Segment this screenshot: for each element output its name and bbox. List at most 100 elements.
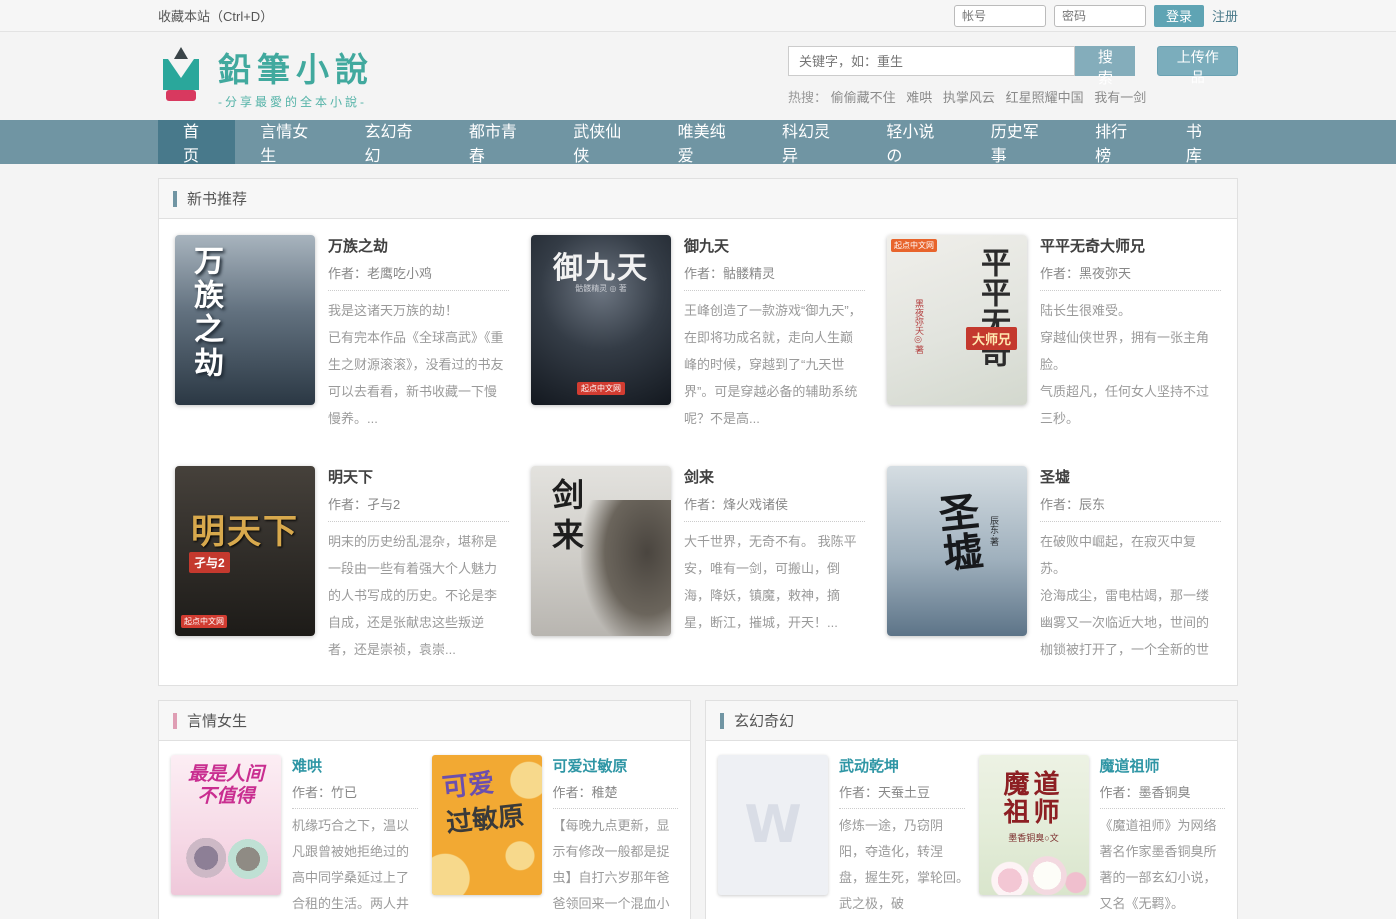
nav-item-pure-love[interactable]: 唯美纯爱 bbox=[653, 120, 757, 164]
book-title[interactable]: 剑来 bbox=[684, 466, 865, 487]
book-title[interactable]: 平平无奇大师兄 bbox=[1040, 235, 1221, 256]
section-accent-bar bbox=[173, 713, 177, 729]
new-books-header: 新书推荐 bbox=[159, 179, 1237, 219]
book-description: 我是这诸天万族的劫！ 已有完本作品《全球高武》《重生之财源滚滚》，没看过的书友可… bbox=[328, 297, 509, 432]
book-card: 剑来 剑来 作者：烽火戏诸侯 大千世界，无奇不有。 我陈平安，唯有一剑，可搬山，… bbox=[531, 466, 865, 663]
fantasy-featured-row: W 武动乾坤 作者：天蚕土豆 修炼一途，乃窃阴阳，夺造化，转涅盘，握生死，掌轮回… bbox=[706, 741, 1237, 919]
book-author: 作者：黑夜弥天 bbox=[1040, 263, 1221, 291]
site-logo[interactable]: 鉛筆小說 -分享最愛的全本小說- bbox=[158, 43, 374, 110]
book-description: 陆长生很难受。 穿越仙侠世界，拥有一张主角脸。 气质超凡，任何女人坚持不过三秒。 bbox=[1040, 297, 1221, 432]
romance-featured-row: 最是人间不值得 难哄 作者：竹已 机缘巧合之下，温以凡跟曾被她拒绝过的高中同学桑… bbox=[159, 741, 690, 919]
book-description: 《魔道祖师》为网络著名作家墨香铜臭所著的一部玄幻小说，又名《无羁》。 bbox=[1100, 813, 1226, 917]
book-cover[interactable]: 可爱 过敏原 bbox=[432, 755, 542, 895]
section-title: 言情女生 bbox=[187, 710, 247, 731]
book-author: 作者：竹已 bbox=[292, 782, 418, 809]
hot-search-label: 热搜： bbox=[788, 90, 827, 105]
book-cover[interactable]: W bbox=[718, 755, 828, 895]
book-card: 明天下 孑与2 起点中文网 明天下 作者：孑与2 明末的历史纷乱混杂，堪称是一段… bbox=[175, 466, 509, 663]
topbar: 收藏本站（Ctrl+D） 登录 注册 bbox=[0, 0, 1396, 32]
nav-item-history[interactable]: 历史军事 bbox=[966, 120, 1070, 164]
featured-book: 最是人间不值得 难哄 作者：竹已 机缘巧合之下，温以凡跟曾被她拒绝过的高中同学桑… bbox=[171, 755, 418, 917]
nav-item-fantasy[interactable]: 玄幻奇幻 bbox=[340, 120, 444, 164]
section-accent-bar bbox=[720, 713, 724, 729]
book-description: 大千世界，无奇不有。 我陈平安，唯有一剑，可搬山，倒海，降妖，镇魔，敕神，摘星，… bbox=[684, 528, 865, 636]
hot-link[interactable]: 执掌风云 bbox=[943, 90, 995, 105]
hot-link[interactable]: 红星照耀中国 bbox=[1006, 90, 1084, 105]
book-author: 作者：辰东 bbox=[1040, 494, 1221, 522]
book-card: 圣墟 辰东·著 圣墟 作者：辰东 在破败中崛起，在寂灭中复苏。 沧海成尘，雷电枯… bbox=[887, 466, 1221, 663]
cover-author-text: 黑夜弥天◎著 bbox=[913, 299, 926, 354]
cover-publisher-badge: 起点中文网 bbox=[181, 615, 227, 628]
book-cover[interactable]: 剑来 bbox=[531, 466, 671, 636]
book-title[interactable]: 难哄 bbox=[292, 755, 418, 776]
fantasy-header: 玄幻奇幻 bbox=[706, 701, 1237, 741]
nav-item-ranking[interactable]: 排行榜 bbox=[1070, 120, 1161, 164]
register-link[interactable]: 注册 bbox=[1212, 6, 1238, 25]
fantasy-panel: 玄幻奇幻 W 武动乾坤 作者：天蚕土豆 修炼一途，乃窃阴阳，夺造化，转涅盘，握生… bbox=[705, 700, 1238, 919]
nav-item-home[interactable]: 首页 bbox=[158, 120, 235, 164]
book-description: 修炼一途，乃窃阴阳，夺造化，转涅盘，握生死，掌轮回。 武之极，破 bbox=[839, 813, 965, 917]
cover-author-text: 辰东·著 bbox=[988, 516, 1001, 546]
book-description: 在破败中崛起，在寂灭中复苏。 沧海成尘，雷电枯竭，那一缕幽雾又一次临近大地，世间… bbox=[1040, 528, 1221, 663]
cover-title-text: 剑来 bbox=[543, 478, 589, 558]
cover-publisher-badge: 起点中文网 bbox=[891, 239, 937, 252]
cover-title-text: 御九天 bbox=[531, 243, 671, 287]
book-title[interactable]: 武动乾坤 bbox=[839, 755, 965, 776]
featured-book: 魔道祖师 墨香铜臭○文 魔道祖师 作者：墨香铜臭 《魔道祖师》为网络著名作家墨香… bbox=[979, 755, 1226, 917]
cover-title-text: 过敏原 bbox=[444, 795, 525, 840]
book-card: 万族之劫 万族之劫 作者：老鹰吃小鸡 我是这诸天万族的劫！ 已有完本作品《全球高… bbox=[175, 235, 509, 432]
cover-label-badge: 大师兄 bbox=[966, 327, 1017, 350]
nav-item-light-novel[interactable]: 轻小说の bbox=[861, 120, 965, 164]
cover-author-text: 骷髅精灵 ◎ 著 bbox=[531, 283, 671, 294]
book-description: 【每晚九点更新，显示有修改一般都是捉虫】自打六岁那年爸爸领回来一个混血小 bbox=[553, 813, 679, 917]
book-description: 明末的历史纷乱混杂，堪称是一段由一些有着强大个人魅力的人书写成的历史。不论是李自… bbox=[328, 528, 509, 663]
site-tagline: -分享最愛的全本小說- bbox=[218, 93, 374, 110]
book-cover[interactable]: 御九天 骷髅精灵 ◎ 著 起点中文网 bbox=[531, 235, 671, 405]
cover-author-text: 墨香铜臭○文 bbox=[979, 831, 1089, 844]
main-nav: 首页 言情女生 玄幻奇幻 都市青春 武侠仙侠 唯美纯爱 科幻灵异 轻小说の 历史… bbox=[0, 120, 1396, 164]
search-button[interactable]: 搜索 bbox=[1075, 46, 1135, 76]
book-author: 作者：孑与2 bbox=[328, 494, 509, 522]
hot-link[interactable]: 偷偷藏不住 bbox=[831, 90, 896, 105]
book-cover[interactable]: 明天下 孑与2 起点中文网 bbox=[175, 466, 315, 636]
book-title[interactable]: 御九天 bbox=[684, 235, 865, 256]
book-description: 王峰创造了一款游戏“御九天”，在即将功成名就，走向人生巅峰的时候，穿越到了“九天… bbox=[684, 297, 865, 432]
romance-header: 言情女生 bbox=[159, 701, 690, 741]
book-title[interactable]: 圣墟 bbox=[1040, 466, 1221, 487]
book-description: 机缘巧合之下，温以凡跟曾被她拒绝过的高中同学桑延过上了合租的生活。两人井 bbox=[292, 813, 418, 917]
nav-item-romance[interactable]: 言情女生 bbox=[235, 120, 339, 164]
hot-link[interactable]: 我有一剑 bbox=[1094, 90, 1146, 105]
login-button[interactable]: 登录 bbox=[1154, 5, 1204, 27]
section-title: 玄幻奇幻 bbox=[734, 710, 794, 731]
new-books-panel: 新书推荐 万族之劫 万族之劫 作者：老鹰吃小鸡 我是这诸天万族的劫！ 已有完本作… bbox=[158, 178, 1238, 686]
hot-link[interactable]: 难哄 bbox=[906, 90, 932, 105]
search-input[interactable] bbox=[788, 46, 1075, 76]
book-cover[interactable]: 魔道祖师 墨香铜臭○文 bbox=[979, 755, 1089, 895]
nav-item-scifi[interactable]: 科幻灵异 bbox=[757, 120, 861, 164]
book-title[interactable]: 可爱过敏原 bbox=[553, 755, 679, 776]
book-author: 作者：烽火戏诸侯 bbox=[684, 494, 865, 522]
book-author: 作者：天蚕土豆 bbox=[839, 782, 965, 809]
site-name: 鉛筆小說 bbox=[218, 43, 374, 91]
featured-book: 可爱 过敏原 可爱过敏原 作者：稚楚 【每晚九点更新，显示有修改一般都是捉虫】自… bbox=[432, 755, 679, 917]
book-title[interactable]: 魔道祖师 bbox=[1100, 755, 1226, 776]
password-input[interactable] bbox=[1054, 5, 1146, 27]
book-cover[interactable]: 圣墟 辰东·著 bbox=[887, 466, 1027, 636]
new-books-grid: 万族之劫 万族之劫 作者：老鹰吃小鸡 我是这诸天万族的劫！ 已有完本作品《全球高… bbox=[159, 219, 1237, 685]
favorite-site-hint[interactable]: 收藏本站（Ctrl+D） bbox=[158, 6, 273, 25]
book-title[interactable]: 万族之劫 bbox=[328, 235, 509, 256]
book-cover[interactable]: 万族之劫 bbox=[175, 235, 315, 405]
pencil-logo-icon bbox=[158, 46, 204, 106]
cover-title-text: 魔道祖师 bbox=[979, 771, 1089, 827]
book-cover[interactable]: 最是人间不值得 bbox=[171, 755, 281, 895]
book-cover[interactable]: 平平无奇 黑夜弥天◎著 大师兄 起点中文网 bbox=[887, 235, 1027, 405]
nav-item-library[interactable]: 书库 bbox=[1161, 120, 1238, 164]
account-input[interactable] bbox=[954, 5, 1046, 27]
section-title: 新书推荐 bbox=[187, 188, 247, 209]
book-title[interactable]: 明天下 bbox=[328, 466, 509, 487]
nav-item-wuxia[interactable]: 武侠仙侠 bbox=[548, 120, 652, 164]
nav-item-urban[interactable]: 都市青春 bbox=[444, 120, 548, 164]
upload-button[interactable]: 上传作品 bbox=[1157, 46, 1238, 76]
cover-title-text: 万族之劫 bbox=[183, 245, 227, 381]
book-author: 作者：骷髅精灵 bbox=[684, 263, 865, 291]
